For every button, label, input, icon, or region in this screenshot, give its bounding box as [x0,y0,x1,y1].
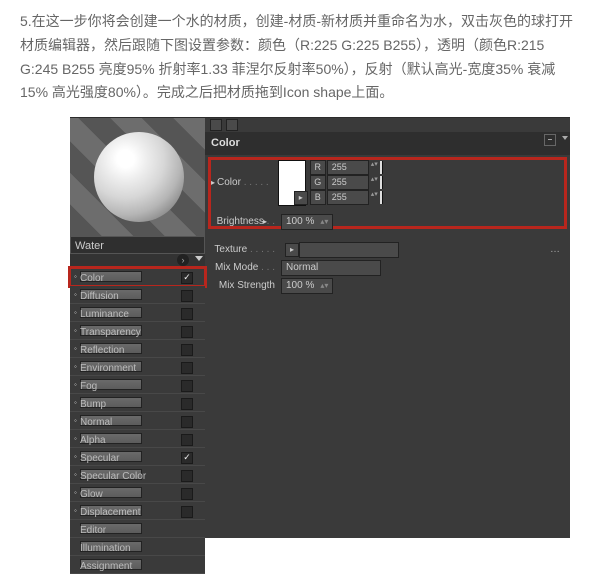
tick-icon: ◦ [74,324,77,338]
stepper-icon[interactable]: ▴▾ [371,161,377,174]
property-row-illumination[interactable]: ◦Illumination [70,538,205,556]
material-preview[interactable] [70,118,205,236]
property-label: Normal [80,414,112,431]
chevron-down-icon[interactable] [562,136,568,140]
property-label: Luminance [80,306,129,323]
tick-icon: ◦ [74,306,77,320]
property-checkbox[interactable] [181,308,193,320]
round-button[interactable]: › [177,254,189,266]
tick-icon: ◦ [74,360,77,374]
minimize-icon[interactable]: – [544,134,556,146]
property-label: Illumination [80,540,131,557]
property-checkbox[interactable] [181,398,193,410]
material-ball [94,132,184,222]
property-label: Transparency [80,324,141,341]
property-label: Displacement [80,504,141,521]
r-value-input[interactable]: 255 [327,160,369,175]
property-row-reflection[interactable]: ◦Reflection [70,340,205,358]
texture-arrow-button[interactable]: ▸ [285,243,299,257]
brightness-input[interactable]: 100 %▴▾ [281,214,333,230]
tick-icon: ◦ [74,288,77,302]
tick-icon: ◦ [74,270,77,284]
g-value-input[interactable]: 255 [327,175,369,190]
b-value-input[interactable]: 255 [327,190,369,205]
material-name-field[interactable]: Water [70,236,205,254]
expand-color-icon[interactable]: ▸ [294,191,308,205]
property-row-luminance[interactable]: ◦Luminance [70,304,205,322]
property-checkbox[interactable] [181,416,193,428]
property-checkbox[interactable] [181,506,193,518]
property-checkbox[interactable] [181,326,193,338]
property-label: Editor [80,522,106,539]
property-checkbox[interactable] [181,344,193,356]
brightness-label: Brightness . . [211,213,281,230]
texture-browse-button[interactable]: … [550,241,560,258]
stepper-icon[interactable]: ▴▾ [371,191,377,204]
property-label: Diffusion [80,288,119,305]
material-subrow: › [70,254,205,269]
tick-icon: ◦ [74,378,77,392]
color-label: Color . . . . . [217,174,275,191]
mixmode-label: Mix Mode . . . [211,259,281,276]
property-checkbox[interactable] [181,434,193,446]
tick-icon: ◦ [74,432,77,446]
screenshot-panel: Water › ◦Color✓◦Diffusion◦Luminance◦Tran… [70,117,570,538]
b-slider[interactable] [381,191,383,204]
mixmode-select[interactable]: Normal [281,260,381,276]
property-row-transparency[interactable]: ◦Transparency [70,322,205,340]
property-row-environment[interactable]: ◦Environment [70,358,205,376]
property-label: Environment [80,360,136,377]
property-checkbox[interactable] [181,380,193,392]
property-checkbox[interactable] [181,362,193,374]
property-row-displacement[interactable]: ◦Displacement [70,502,205,520]
property-checkbox[interactable] [181,290,193,302]
mixstrength-input[interactable]: 100 %▴▾ [281,278,333,294]
g-channel-label: G [310,175,326,190]
mixstrength-label: Mix Strength [211,277,281,294]
property-label: Reflection [80,342,124,359]
property-label: Alpha [80,432,106,449]
property-label: Assignment [80,558,132,575]
b-channel-label: B [310,190,326,205]
property-row-alpha[interactable]: ◦Alpha [70,430,205,448]
property-checkbox[interactable]: ✓ [181,452,193,464]
r-channel-label: R [310,160,326,175]
r-slider[interactable] [381,161,383,174]
chevron-down-icon[interactable] [195,256,203,261]
instruction-text: 5.在这一步你将会创建一个水的材质，创建-材质-新材质并重命名为水，双击灰色的球… [20,10,580,105]
texture-input[interactable] [299,242,399,258]
property-checkbox[interactable]: ✓ [181,272,193,284]
property-checkbox[interactable] [181,488,193,500]
property-list: ◦Color✓◦Diffusion◦Luminance◦Transparency… [70,268,205,574]
section-title-color: Color – [205,132,570,155]
property-row-normal[interactable]: ◦Normal [70,412,205,430]
property-row-glow[interactable]: ◦Glow [70,484,205,502]
tick-icon: ◦ [74,396,77,410]
property-label: Color [80,270,104,287]
tick-icon: ◦ [74,450,77,464]
property-label: Glow [80,486,103,503]
tick-icon: ◦ [74,486,77,500]
property-row-editor[interactable]: ◦Editor [70,520,205,538]
property-row-fog[interactable]: ◦Fog [70,376,205,394]
tick-icon: ◦ [74,468,77,482]
g-slider[interactable] [381,176,383,189]
texture-label: Texture . . . . . [211,241,281,258]
property-row-assignment[interactable]: ◦Assignment [70,556,205,574]
property-checkbox[interactable] [181,470,193,482]
right-panel: Color – ▸ Color . . . . . R 255 [205,118,570,295]
tick-icon: ◦ [74,504,77,518]
property-row-bump[interactable]: ◦Bump [70,394,205,412]
stepper-icon[interactable]: ▴▾ [371,176,377,189]
property-row-specular-color[interactable]: ◦Specular Color [70,466,205,484]
property-label: Bump [80,396,106,413]
property-label: Specular Color [80,468,146,485]
tick-icon: ◦ [74,414,77,428]
property-row-diffusion[interactable]: ◦Diffusion [70,286,205,304]
property-label: Specular [80,450,119,467]
property-row-color[interactable]: ◦Color ✓ [70,268,205,286]
tick-icon: ◦ [74,342,77,356]
property-row-specular[interactable]: ◦Specular ✓ [70,448,205,466]
property-label: Fog [80,378,97,395]
